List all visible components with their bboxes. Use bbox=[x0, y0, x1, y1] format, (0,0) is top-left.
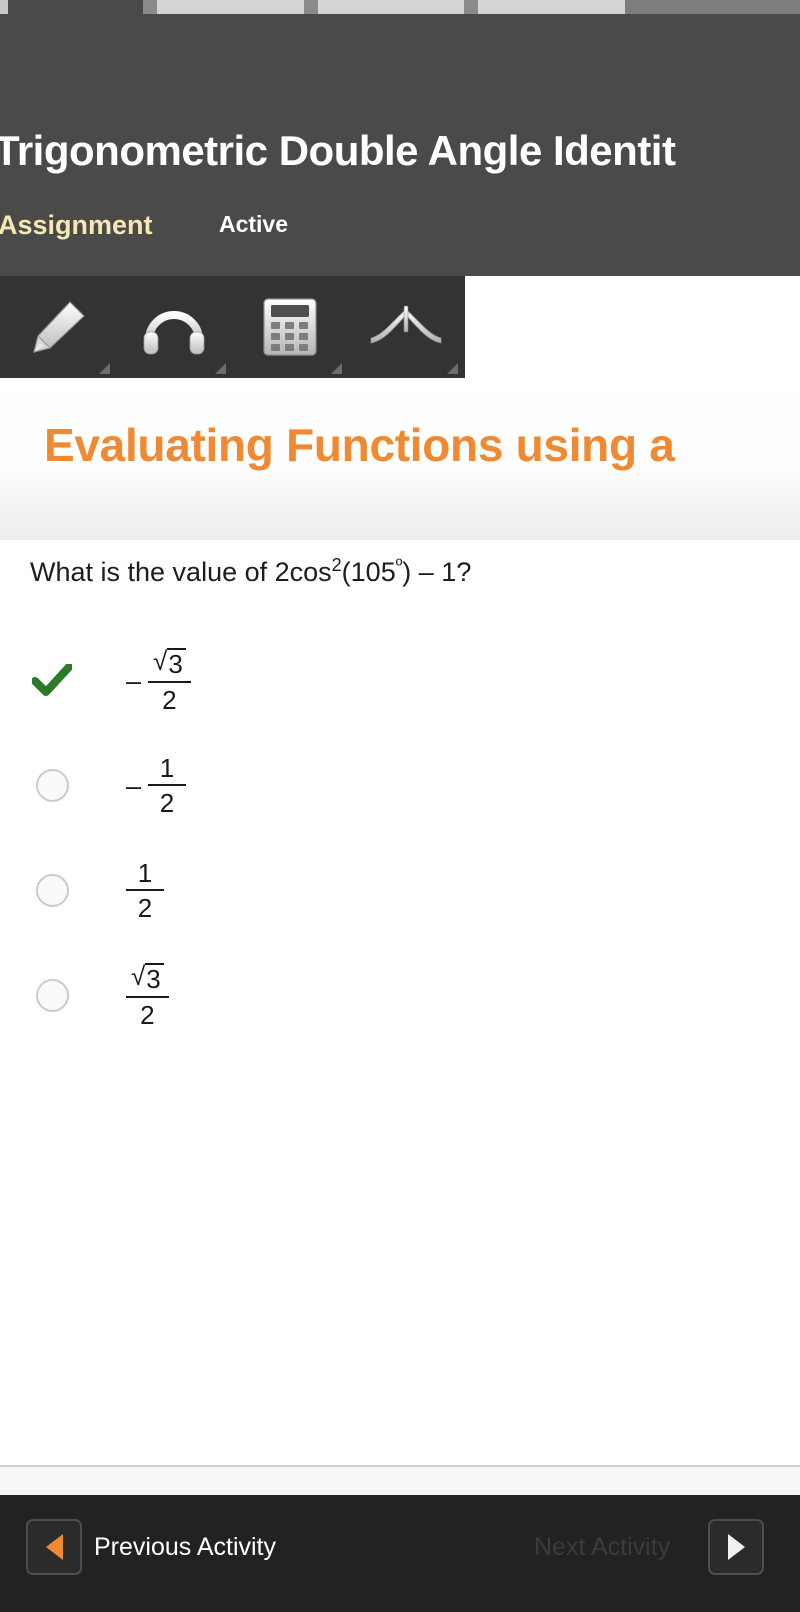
answer-choice-c-value: 1 2 bbox=[126, 860, 164, 921]
progress-segment-2[interactable] bbox=[317, 0, 465, 14]
choice-a-denominator: 2 bbox=[162, 685, 177, 716]
answer-choice-b-value: – 1 2 bbox=[126, 753, 187, 818]
question-content: What is the value of 2cos2(105º) – 1? – … bbox=[0, 540, 800, 1465]
choice-d-radicand: 3 bbox=[145, 962, 164, 993]
highlighter-icon bbox=[24, 296, 92, 358]
choice-a-sign: – bbox=[126, 665, 142, 696]
choice-a-numerator: √ 3 bbox=[148, 647, 191, 681]
choice-b-denominator: 2 bbox=[159, 788, 175, 818]
next-activity-label: Next Activity bbox=[534, 1533, 671, 1561]
next-activity-button[interactable] bbox=[708, 1519, 764, 1575]
answer-choice-a-value: – √ 3 2 bbox=[126, 647, 191, 716]
status-badge: Active bbox=[218, 211, 289, 237]
arrow-left-icon bbox=[45, 1534, 63, 1560]
sqrt-icon: √ 3 bbox=[153, 647, 186, 678]
calculator-icon bbox=[261, 296, 319, 358]
answer-choice-d[interactable]: √ 3 2 bbox=[0, 943, 800, 1048]
radio-icon bbox=[35, 769, 69, 802]
calculator-tool-button[interactable] bbox=[232, 276, 348, 378]
question-prefix: What is the value of 2cos bbox=[30, 557, 332, 587]
progress-segment-divider bbox=[143, 0, 157, 14]
correct-check-icon bbox=[32, 661, 72, 701]
protractor-icon bbox=[367, 302, 445, 352]
lesson-banner: Evaluating Functions using a bbox=[0, 378, 800, 540]
progress-segment-tail bbox=[625, 0, 800, 14]
choice-b-sign: – bbox=[126, 771, 142, 801]
choice-b-numerator: 1 bbox=[159, 753, 175, 783]
lesson-banner-title: Evaluating Functions using a bbox=[44, 419, 675, 471]
radio-icon bbox=[35, 979, 69, 1012]
choice-a-fraction: √ 3 2 bbox=[148, 647, 191, 716]
content-footer-divider bbox=[0, 1465, 800, 1495]
progress-segment-inactive bbox=[8, 0, 143, 14]
activity-meta: Assignment Active bbox=[0, 210, 798, 241]
progress-segment-3[interactable] bbox=[478, 0, 626, 14]
previous-activity-label[interactable]: Previous Activity bbox=[94, 1533, 276, 1562]
radio-button-c[interactable] bbox=[32, 871, 72, 911]
choice-c-fraction: 1 2 bbox=[126, 860, 164, 921]
lesson-progress-segments[interactable] bbox=[0, 0, 800, 14]
headphones-icon bbox=[142, 298, 206, 356]
answer-choice-d-value: √ 3 2 bbox=[126, 962, 169, 1031]
answer-choice-b[interactable]: – 1 2 bbox=[0, 733, 800, 838]
progress-segment-divider bbox=[464, 0, 479, 14]
audio-tool-button[interactable] bbox=[116, 276, 232, 378]
arrow-right-icon bbox=[727, 1534, 745, 1560]
radio-icon bbox=[35, 874, 69, 907]
radio-button-b[interactable] bbox=[32, 766, 72, 806]
choice-c-denominator: 2 bbox=[137, 893, 153, 923]
tool-toolbar bbox=[0, 276, 465, 378]
choice-d-numerator: √ 3 bbox=[126, 962, 169, 996]
choice-a-radicand: 3 bbox=[167, 647, 186, 678]
answer-choice-list: – √ 3 2 – 1 2 1 2 √ 3 2 bbox=[0, 628, 800, 1048]
question-text: What is the value of 2cos2(105º) – 1? bbox=[30, 556, 471, 588]
sqrt-icon: √ 3 bbox=[131, 962, 164, 993]
progress-segment-1[interactable] bbox=[157, 0, 304, 14]
previous-activity-button[interactable] bbox=[26, 1519, 82, 1575]
question-exponent: 2 bbox=[331, 555, 342, 575]
activity-navigation-bar: Previous Activity Next Activity bbox=[0, 1495, 800, 1612]
activity-type-label: Assignment bbox=[0, 210, 153, 240]
progress-segment-edge bbox=[0, 0, 8, 14]
activity-screen: Trigonometric Double Angle Identit Assig… bbox=[0, 0, 800, 1612]
activity-header: Trigonometric Double Angle Identit Assig… bbox=[0, 14, 800, 276]
answer-choice-a[interactable]: – √ 3 2 bbox=[0, 628, 800, 733]
protractor-tool-button[interactable] bbox=[348, 276, 464, 378]
choice-d-denominator: 2 bbox=[140, 1000, 155, 1031]
answer-choice-c[interactable]: 1 2 bbox=[0, 838, 800, 943]
question-suffix: ) – 1? bbox=[402, 557, 472, 587]
page-title: Trigonometric Double Angle Identit bbox=[0, 127, 676, 174]
choice-c-numerator: 1 bbox=[137, 858, 153, 888]
radio-button-d[interactable] bbox=[32, 976, 72, 1016]
question-middle: (105 bbox=[341, 557, 396, 587]
choice-d-fraction: √ 3 2 bbox=[126, 962, 169, 1031]
choice-b-fraction: 1 2 bbox=[148, 753, 187, 818]
highlighter-tool-button[interactable] bbox=[0, 276, 116, 378]
progress-segment-divider bbox=[303, 0, 318, 14]
